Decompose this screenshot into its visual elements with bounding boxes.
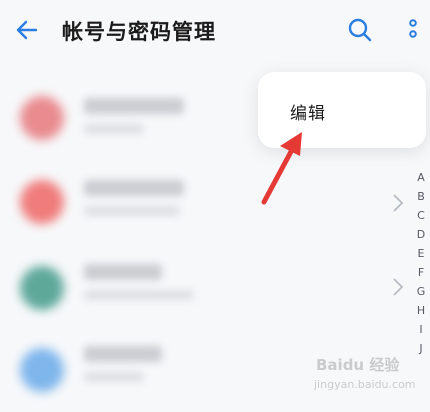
chevron-right-icon bbox=[393, 278, 404, 296]
index-letter[interactable]: I bbox=[412, 320, 430, 339]
account-name-blur bbox=[84, 98, 184, 114]
more-vertical-icon[interactable] bbox=[404, 16, 422, 44]
account-avatar bbox=[20, 180, 64, 224]
page-title: 帐号与密码管理 bbox=[62, 20, 216, 44]
account-row-3[interactable] bbox=[0, 244, 420, 328]
account-name-blur bbox=[84, 264, 162, 280]
account-name-blur bbox=[84, 346, 162, 362]
search-icon[interactable] bbox=[346, 16, 374, 44]
index-letter[interactable]: E bbox=[412, 244, 430, 263]
account-sub-blur bbox=[84, 206, 180, 216]
account-avatar bbox=[20, 96, 64, 140]
index-letter[interactable]: B bbox=[412, 187, 430, 206]
account-sub-blur bbox=[84, 372, 144, 382]
index-letter[interactable]: A bbox=[412, 168, 430, 187]
alphabet-index[interactable]: A B C D E F G H I J bbox=[412, 168, 430, 358]
index-letter[interactable]: H bbox=[412, 301, 430, 320]
index-letter[interactable]: G bbox=[412, 282, 430, 301]
account-name-blur bbox=[84, 180, 184, 196]
account-avatar bbox=[20, 348, 64, 392]
menu-item-edit[interactable]: 编辑 bbox=[290, 99, 326, 124]
index-letter[interactable]: F bbox=[412, 263, 430, 282]
index-letter[interactable]: D bbox=[412, 225, 430, 244]
index-letter[interactable]: C bbox=[412, 206, 430, 225]
account-avatar bbox=[20, 266, 64, 310]
account-sub-blur bbox=[84, 290, 194, 300]
annotation-arrow-icon bbox=[261, 132, 302, 205]
watermark-url: jingyan.baidu.com bbox=[314, 378, 416, 391]
back-arrow-icon[interactable] bbox=[14, 17, 40, 43]
header-bar: 帐号与密码管理 bbox=[0, 0, 430, 60]
account-sub-blur bbox=[84, 124, 144, 134]
chevron-right-icon bbox=[393, 194, 404, 212]
watermark: Baidu 经验 jingyan.baidu.com bbox=[310, 350, 430, 402]
watermark-logo: Baidu 经验 bbox=[316, 356, 400, 374]
account-row-2[interactable] bbox=[0, 160, 420, 244]
